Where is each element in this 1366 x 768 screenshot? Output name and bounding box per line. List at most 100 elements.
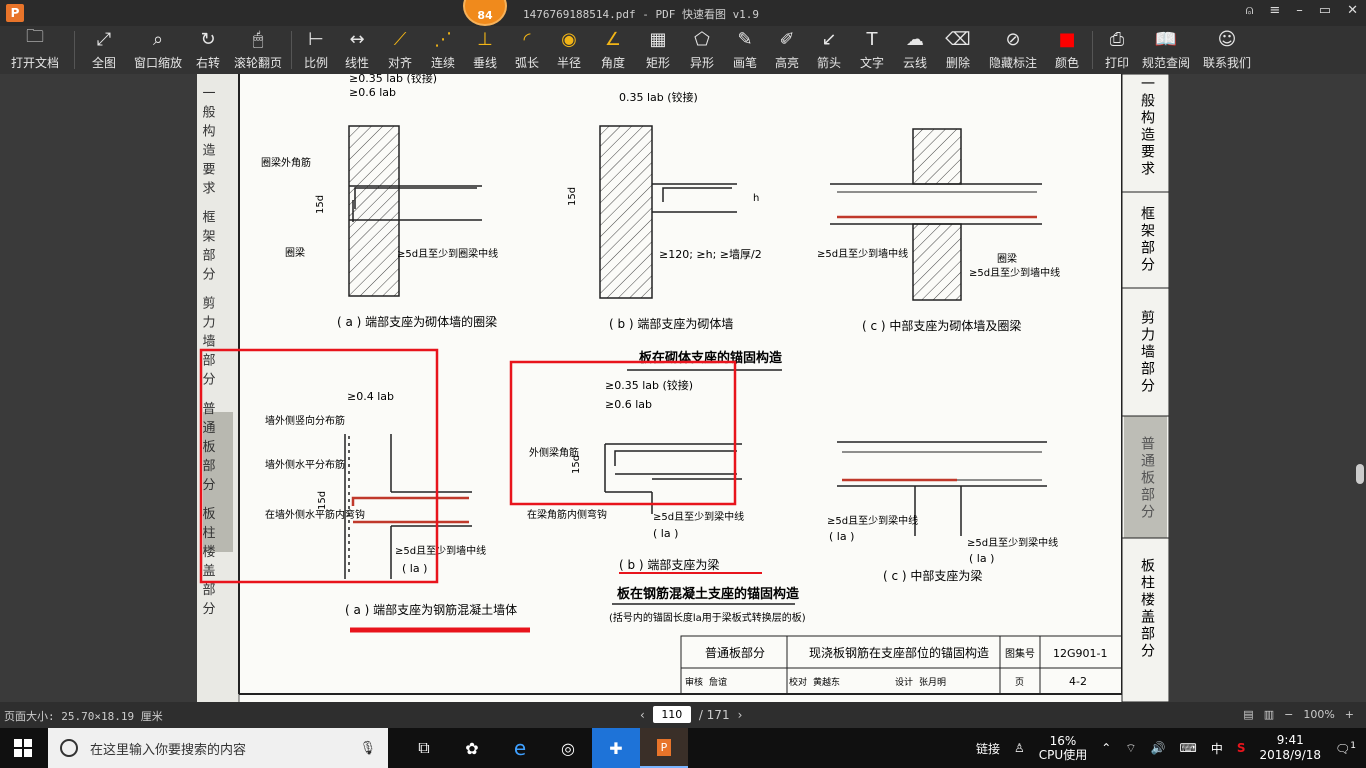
keyboard-icon[interactable]: ⌨	[1180, 741, 1197, 755]
toolbar-label: 高亮	[774, 56, 799, 70]
toolbar-button-scale[interactable]: ⊢ 比例	[296, 26, 336, 74]
toolbar-button-highlight[interactable]: ✐ 高亮	[766, 26, 808, 74]
toolbar-button-perpendicular[interactable]: ⊥ 垂线	[464, 26, 506, 74]
notification-icon[interactable]: 🗨1	[1335, 741, 1356, 756]
document-workspace[interactable]: 一般构造要求 框架部分 剪力墙部分 普通板部分 板柱楼盖部分 ≥0.35 lab…	[0, 74, 1366, 702]
fan-app-icon[interactable]: ✿	[448, 728, 496, 768]
toolbar-button-arc[interactable]: ◜ 弧长	[506, 26, 548, 74]
label-15d-b: 15d	[567, 187, 578, 206]
clock-time: 9:41	[1276, 733, 1304, 747]
network-icon[interactable]: ⌔	[1125, 741, 1136, 756]
section-title-bottom: 板在钢筋混凝土支座的锚固构造	[617, 586, 800, 602]
continuous-page-icon[interactable]: ▥	[1264, 708, 1274, 721]
pdf-viewer-app-icon[interactable]: ✚	[592, 728, 640, 768]
link-label[interactable]: 链接	[976, 740, 1000, 757]
menu-icon[interactable]: ≡	[1269, 3, 1280, 18]
next-page-icon[interactable]: ›	[738, 708, 743, 722]
toolbar-label: 打开文档	[10, 56, 59, 70]
label-a-035: ≥0.35 lab (铰接)	[349, 74, 437, 85]
windows-start-icon[interactable]	[14, 739, 32, 757]
zoom-out-icon[interactable]: −	[1284, 708, 1293, 721]
window-controls: ⍝ ≡ – ▭ ✕	[1246, 3, 1358, 18]
toolbar-button-folder[interactable]: 🗀 打开文档	[0, 26, 70, 74]
toolbar-button-mouse[interactable]: 🖱 滚轮翻页	[229, 26, 287, 74]
cpu-percent: 16%	[1049, 734, 1077, 748]
notification-badge[interactable]: 84	[463, 0, 507, 26]
microphone-icon[interactable]: 🎙	[359, 741, 376, 756]
toolbar-button-align[interactable]: ⟋ 对齐	[378, 26, 422, 74]
align-icon: ⟋	[393, 28, 407, 50]
maximize-icon[interactable]: ▭	[1319, 3, 1331, 18]
zoom-level[interactable]: 100%	[1303, 708, 1334, 721]
show-hidden-icon[interactable]: ⌃	[1101, 741, 1111, 755]
toolbar-button-arrow[interactable]: ↙ 箭头	[808, 26, 850, 74]
cloud-icon: ☁	[906, 28, 924, 50]
toolbar-button-eraser[interactable]: ⌫ 删除	[936, 26, 980, 74]
toolbar-button-zoom[interactable]: ⌕ 窗口缩放	[129, 26, 187, 74]
toolbar-button-rect[interactable]: ▦ 矩形	[636, 26, 680, 74]
volume-icon[interactable]: 🔊	[1151, 741, 1166, 755]
label-ra-inner: 在墙外侧水平筋内弯钩	[265, 508, 365, 521]
people-icon[interactable]: ♙	[1014, 741, 1025, 755]
side-tab-1[interactable]: 框架部分	[1139, 206, 1155, 274]
toolbar-button-polygon[interactable]: ⬠ 异形	[680, 26, 724, 74]
polygon-icon: ⬠	[694, 28, 710, 50]
minimize-icon[interactable]: –	[1296, 3, 1303, 18]
side-tab-3[interactable]: 普通板部分	[1139, 436, 1155, 521]
ime-indicator[interactable]: 中	[1211, 740, 1223, 757]
toolbar-label: 滚轮翻页	[233, 56, 282, 70]
toolbar-button-cloud[interactable]: ☁ 云线	[894, 26, 936, 74]
label-b-120: ≥120; ≥h; ≥墙厚/2	[659, 247, 762, 261]
toolbar-button-contact[interactable]: ☺ 联系我们	[1195, 26, 1259, 74]
label-15d-ra: 15d	[317, 491, 328, 510]
taskbar: 在这里输入你要搜索的内容 🎙 ⧉ ✿ e ◎ ✚ P 链接 ♙ 16% CPU使…	[0, 728, 1366, 768]
toolbar-button-book[interactable]: 📖 规范查阅	[1137, 26, 1195, 74]
toolbar-button-continuous[interactable]: ⋰ 连续	[422, 26, 464, 74]
prev-page-icon[interactable]: ‹	[640, 708, 645, 722]
cpu-meter[interactable]: 16% CPU使用	[1039, 734, 1087, 762]
toolbar-button-radius[interactable]: ◉ 半径	[548, 26, 590, 74]
clock-date: 2018/9/18	[1259, 748, 1322, 762]
page-number-input[interactable]: 110	[652, 706, 691, 723]
toolbar-button-pen[interactable]: ✎ 画笔	[724, 26, 766, 74]
taskbar-search[interactable]: 在这里输入你要搜索的内容 🎙	[48, 728, 388, 768]
zoom-in-icon[interactable]: +	[1345, 708, 1354, 721]
perpendicular-icon: ⊥	[477, 28, 493, 50]
toolbar-button-fit[interactable]: ⤢ 全图	[79, 26, 129, 74]
close-icon[interactable]: ✕	[1347, 3, 1358, 18]
user-icon[interactable]: ⍝	[1246, 3, 1254, 18]
single-page-icon[interactable]: ▤	[1243, 708, 1253, 721]
rotate-icon: ↻	[200, 28, 216, 50]
tb-checker: 黄越东	[813, 676, 840, 688]
vertical-scrollbar[interactable]	[1356, 464, 1364, 484]
toolbar-button-angle[interactable]: ∠ 角度	[590, 26, 636, 74]
toolbar-button-linear[interactable]: ↔ 线性	[336, 26, 378, 74]
sogou-icon[interactable]: S	[1237, 741, 1246, 755]
side-tab-2[interactable]: 剪力墙部分	[1139, 310, 1155, 395]
edge-browser-icon[interactable]: e	[496, 728, 544, 768]
task-view-icon[interactable]: ⧉	[400, 728, 448, 768]
toolbar-button-color[interactable]: ■ 颜色	[1046, 26, 1088, 74]
pager: ‹ 110 / 171 ›	[640, 706, 742, 723]
label-rc-la-left: ( la )	[829, 530, 854, 543]
side-tab-0[interactable]: 一般构造要求	[1139, 76, 1155, 178]
label-rb-inner: 在梁角筋内侧弯钩	[527, 508, 607, 521]
taskbar-apps: ⧉ ✿ e ◎ ✚ P	[400, 728, 688, 768]
toolbar-label: 垂线	[472, 56, 497, 70]
toolbar-button-print[interactable]: ⎙ 打印	[1097, 26, 1137, 74]
toolbar-button-text[interactable]: T 文字	[850, 26, 894, 74]
toolbar-button-rotate[interactable]: ↻ 右转	[187, 26, 229, 74]
highlight-icon: ✐	[779, 28, 795, 50]
side-tab-4[interactable]: 板柱楼盖部分	[1139, 558, 1155, 660]
pdf-reader-active-icon[interactable]: P	[640, 728, 688, 768]
app-logo-icon[interactable]: P	[6, 4, 24, 22]
color-icon: ■	[1058, 28, 1076, 50]
label-rb-06: ≥0.6 lab	[605, 398, 652, 411]
pdf-page[interactable]: 一般构造要求 框架部分 剪力墙部分 普通板部分 板柱楼盖部分 ≥0.35 lab…	[197, 74, 1169, 702]
clock[interactable]: 9:41 2018/9/18	[1260, 733, 1322, 763]
toolbar-button-hide[interactable]: ⊘ 隐藏标注	[980, 26, 1046, 74]
toolbar-label: 打印	[1104, 56, 1129, 70]
toolbar-separator	[1092, 31, 1093, 69]
zoom-controls: ▤ ▥ − 100% +	[1243, 708, 1354, 721]
browser-icon[interactable]: ◎	[544, 728, 592, 768]
